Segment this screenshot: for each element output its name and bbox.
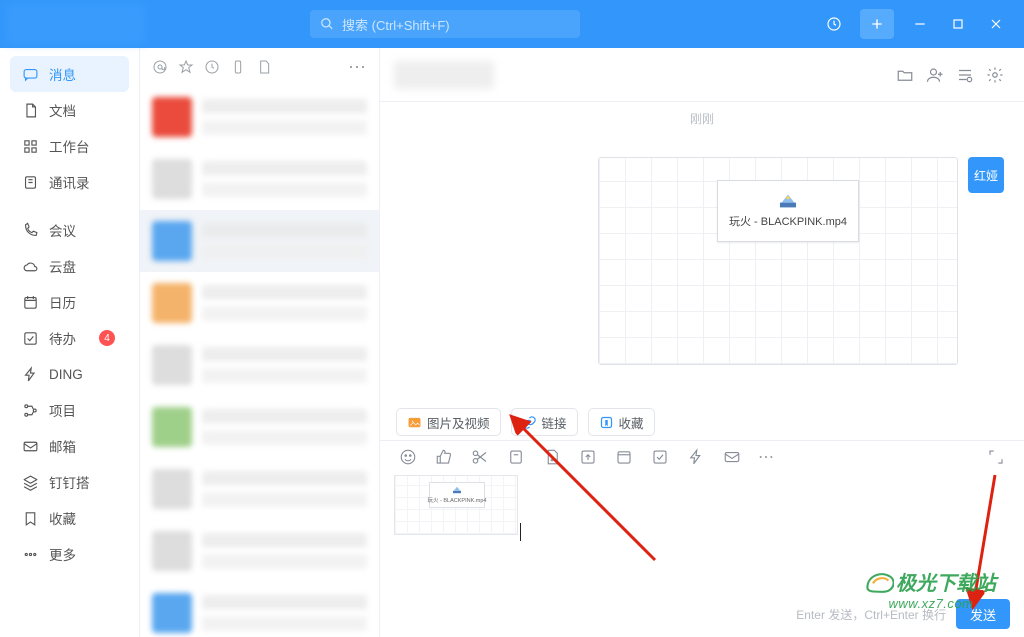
file-type-icon: [452, 486, 462, 494]
nav-calendar[interactable]: 日历: [10, 284, 129, 320]
nav-label: 会议: [49, 220, 76, 240]
nav-label: 钉钉搭: [49, 472, 90, 492]
more-icon: [22, 546, 39, 563]
nav-favorites[interactable]: 收藏: [10, 500, 129, 536]
conv-filter-bar: ⋯: [140, 48, 379, 86]
attach-label: 图片及视频: [427, 413, 490, 432]
file-attachment-card[interactable]: 玩火 - BLACKPINK.mp4: [717, 180, 859, 242]
sender-avatar[interactable]: 红娅: [968, 157, 1004, 193]
phone-filter-icon[interactable]: [230, 59, 246, 75]
settings-button[interactable]: [980, 60, 1010, 90]
conversation-item[interactable]: [140, 396, 379, 458]
nav-label: 日历: [49, 292, 76, 312]
conversation-item[interactable]: [140, 86, 379, 148]
expand-button[interactable]: [986, 447, 1006, 467]
todo-badge: 4: [99, 330, 115, 346]
nav-mail[interactable]: 邮箱: [10, 428, 129, 464]
conversation-item[interactable]: [140, 148, 379, 210]
nav-label: DING: [49, 367, 83, 382]
nav-messages[interactable]: 消息: [10, 56, 129, 92]
nav-label: 工作台: [49, 136, 90, 156]
message-bubble[interactable]: 玩火 - BLACKPINK.mp4: [598, 157, 958, 365]
tool-more-button[interactable]: ⋯: [758, 447, 776, 467]
left-nav: 消息 文档 工作台 通讯录 会议 云盘 日历 待办 4: [0, 48, 140, 637]
nav-contacts[interactable]: 通讯录: [10, 164, 129, 200]
image-icon: [407, 415, 422, 430]
conversation-item[interactable]: [140, 272, 379, 334]
input-attachment-thumb[interactable]: 玩火 - BLACKPINK.mp4: [394, 475, 518, 535]
conv-more-icon[interactable]: ⋯: [348, 57, 367, 78]
conversation-item[interactable]: [140, 210, 379, 272]
conversation-item[interactable]: [140, 334, 379, 396]
layers-icon: [22, 474, 39, 491]
add-button[interactable]: [860, 9, 894, 39]
file-name: 玩火 - BLACKPINK.mp4: [729, 213, 847, 229]
window-close-button[interactable]: [978, 9, 1014, 39]
grid-icon: [22, 138, 39, 155]
nav-more[interactable]: 更多: [10, 536, 129, 572]
nav-projects[interactable]: 项目: [10, 392, 129, 428]
conversation-item[interactable]: [140, 582, 379, 637]
annotation-arrow: [505, 410, 665, 570]
ding-tool-button[interactable]: [686, 447, 706, 467]
annotation-arrow: [955, 470, 1005, 610]
cloud-icon: [22, 258, 39, 275]
send-hint: Enter 发送，Ctrl+Enter 换行: [796, 606, 946, 623]
nav-label: 消息: [49, 64, 76, 84]
bolt-icon: [22, 366, 39, 383]
history-button[interactable]: [816, 9, 852, 39]
nav-label: 更多: [49, 544, 76, 564]
chat-title-placeholder: [394, 61, 494, 89]
mail-tool-button[interactable]: [722, 447, 742, 467]
nav-cloud[interactable]: 云盘: [10, 248, 129, 284]
thumbs-up-button[interactable]: [434, 447, 454, 467]
conversation-list: [140, 86, 379, 637]
nav-label: 收藏: [49, 508, 76, 528]
project-icon: [22, 402, 39, 419]
clock-icon[interactable]: [204, 59, 220, 75]
nav-label: 通讯录: [49, 172, 90, 192]
message-input-area[interactable]: 玩火 - BLACKPINK.mp4 Enter 发送，Ctrl+Enter 换…: [380, 469, 1024, 637]
global-search-input[interactable]: 搜索 (Ctrl+Shift+F): [310, 10, 580, 38]
window-maximize-button[interactable]: [940, 9, 976, 39]
nav-label: 待办: [49, 328, 76, 348]
nav-label: 云盘: [49, 256, 76, 276]
mail-icon: [22, 438, 39, 455]
phone-icon: [22, 222, 39, 239]
time-divider: 刚刚: [400, 110, 1004, 127]
contacts-icon: [22, 174, 39, 191]
search-placeholder: 搜索 (Ctrl+Shift+F): [342, 15, 450, 34]
bookmark-icon: [22, 510, 39, 527]
scissors-button[interactable]: [470, 447, 490, 467]
file-type-icon: [778, 193, 798, 209]
org-logo-placeholder: [6, 4, 146, 44]
nav-label: 文档: [49, 100, 76, 120]
conversation-item[interactable]: [140, 520, 379, 582]
nav-label: 项目: [49, 400, 76, 420]
conversation-item[interactable]: [140, 458, 379, 520]
star-icon[interactable]: [178, 59, 194, 75]
folder-button[interactable]: [890, 60, 920, 90]
nav-docs[interactable]: 文档: [10, 92, 129, 128]
calendar-icon: [22, 294, 39, 311]
search-in-chat-button[interactable]: [950, 60, 980, 90]
file-filter-icon[interactable]: [256, 59, 272, 75]
at-icon[interactable]: [152, 59, 168, 75]
doc-icon: [22, 102, 39, 119]
search-icon: [320, 17, 334, 31]
check-icon: [22, 330, 39, 347]
emoji-button[interactable]: [398, 447, 418, 467]
attach-image-video-button[interactable]: 图片及视频: [396, 408, 501, 436]
nav-ding[interactable]: DING: [10, 356, 129, 392]
nav-todo[interactable]: 待办 4: [10, 320, 129, 356]
nav-meeting[interactable]: 会议: [10, 212, 129, 248]
nav-workbench[interactable]: 工作台: [10, 128, 129, 164]
chat-icon: [22, 66, 39, 83]
window-minimize-button[interactable]: [902, 9, 938, 39]
nav-dingtalk-build[interactable]: 钉钉搭: [10, 464, 129, 500]
nav-label: 邮箱: [49, 436, 76, 456]
thumb-filename: 玩火 - BLACKPINK.mp4: [428, 496, 487, 504]
add-member-button[interactable]: [920, 60, 950, 90]
